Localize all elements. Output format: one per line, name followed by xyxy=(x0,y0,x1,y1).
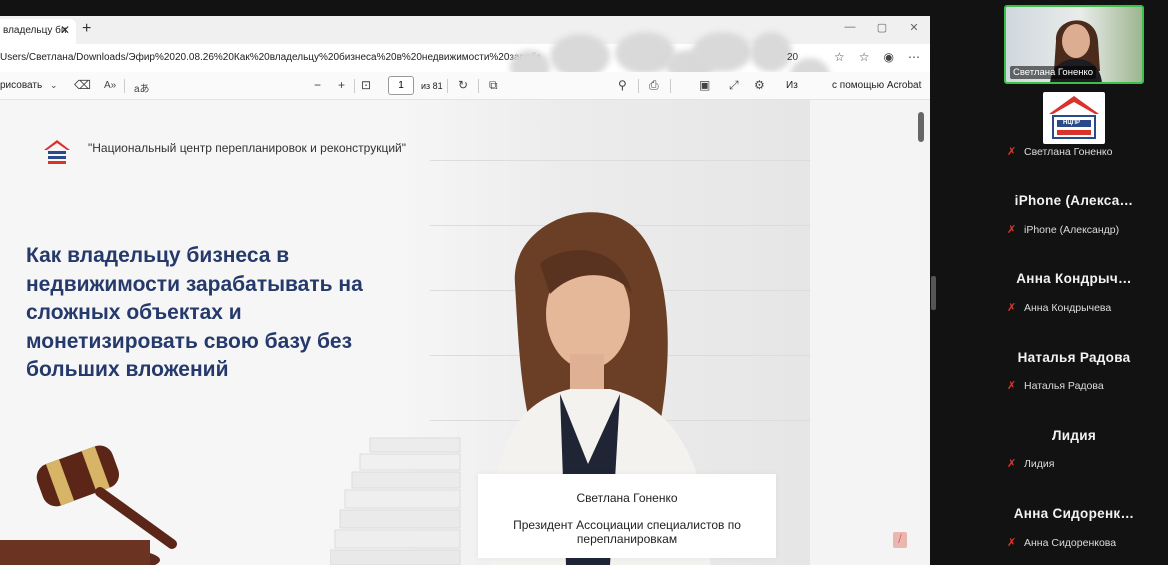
headline-line: недвижимости зарабатывать на xyxy=(26,272,363,296)
participant-tile-title[interactable]: Лидия xyxy=(994,428,1154,443)
panel-resize-handle[interactable] xyxy=(931,276,936,310)
headline-line: больших вложений xyxy=(26,358,229,381)
pdf-viewer-margin xyxy=(810,100,930,565)
org-logo-icon xyxy=(44,140,70,164)
pdf-toolbar: рисовать ⌄ ⌫ A» aあ − + ⊡ 1 из 81 ↻ ⧉ ⚲ ⎙… xyxy=(0,72,930,100)
address-bar: Users/Светлана/Downloads/Эфир%2020.08.26… xyxy=(0,32,930,94)
toolbar-divider xyxy=(478,79,479,93)
page-number-input[interactable]: 1 xyxy=(388,76,414,95)
pdf-slide: "Национальный центр перепланировок и рек… xyxy=(0,100,810,565)
fullscreen-icon[interactable]: ⤢ xyxy=(729,78,739,93)
maximize-icon[interactable]: ▢ xyxy=(876,21,888,34)
mic-off-icon: ✗ xyxy=(1007,302,1017,314)
zoom-out-icon[interactable]: − xyxy=(314,78,321,92)
participant-name: Светлана Гоненко xyxy=(1024,146,1113,158)
participant-sub-0: ✗ Светлана Гоненко xyxy=(1007,146,1112,158)
acrobat-icon[interactable]: ⧸ xyxy=(893,532,907,548)
participant-name: Анна Сидоренкова xyxy=(1024,537,1117,549)
org-tile-text: НЦПР xyxy=(1063,120,1081,126)
participant-name: iPhone (Александр) xyxy=(1024,224,1120,236)
zoom-in-icon[interactable]: + xyxy=(338,78,345,92)
window-controls: — ▢ ✕ xyxy=(844,21,920,34)
save-icon[interactable]: ▣ xyxy=(699,78,710,92)
gavel-image xyxy=(0,445,177,565)
profile-icon[interactable]: ◉ xyxy=(884,50,894,64)
participant-tile-title[interactable]: iPhone (Алекса… xyxy=(994,193,1154,208)
mic-off-icon: ✗ xyxy=(1007,146,1017,158)
address-bar-icons: ☆ ☆ ◉ ⋯ xyxy=(834,50,920,64)
rotate-icon[interactable]: ↻ xyxy=(458,78,468,92)
read-aloud-icon[interactable]: A» xyxy=(104,80,116,91)
browser-tab[interactable]: владельцу би ✕ xyxy=(0,19,76,44)
participant-sub-4: ✗ Лидия xyxy=(1007,458,1054,470)
participant-name: Наталья Радова xyxy=(1024,380,1104,392)
books-stack-image xyxy=(330,437,461,565)
speaker-name: Светлана Гоненко xyxy=(576,491,678,505)
search-icon[interactable]: ⚲ xyxy=(618,78,627,92)
page-total: из 81 xyxy=(421,81,443,91)
collections-icon[interactable]: ☆ xyxy=(859,50,870,64)
draw-button[interactable]: рисовать xyxy=(0,80,42,91)
toolbar-divider xyxy=(638,79,639,93)
speaker-role-line: Президент Ассоциации специалистов по xyxy=(513,518,741,532)
mic-off-icon: ✗ xyxy=(1007,380,1017,392)
speaker-role-line: перепланировкам xyxy=(576,532,678,546)
text-options-icon[interactable]: aあ xyxy=(134,80,150,95)
screen: владельцу би ✕ + — ▢ ✕ Users/Светлана/Do… xyxy=(0,0,1168,565)
favorite-icon[interactable]: ☆ xyxy=(834,50,845,64)
url-field[interactable]: Users/Светлана/Downloads/Эфир%2020.08.26… xyxy=(0,52,540,63)
chevron-down-icon[interactable]: ⌄ xyxy=(50,80,58,91)
minimize-icon[interactable]: — xyxy=(844,21,856,34)
speaker-role: Президент Ассоциации специалистов по пер… xyxy=(486,518,768,546)
mic-off-icon: ✗ xyxy=(1007,537,1017,549)
toolbar-divider xyxy=(124,79,125,93)
participant-sub-5: ✗ Анна Сидоренкова xyxy=(1007,537,1116,549)
tab-close-icon[interactable]: ✕ xyxy=(60,23,72,39)
participant-name: Лидия xyxy=(1024,458,1055,470)
tab-title: владельцу би xyxy=(3,25,67,36)
headline-line: сложных объектах и xyxy=(26,301,242,324)
open-with-label[interactable]: Из xyxy=(786,80,798,91)
more-menu-icon[interactable]: ⋯ xyxy=(908,50,920,64)
slide-headline: Как владельцу бизнеса в недвижимости зар… xyxy=(26,242,466,385)
headline-line: монетизировать свою базу без xyxy=(26,329,353,353)
close-window-icon[interactable]: ✕ xyxy=(908,21,920,34)
tab-bar: владельцу би ✕ + — ▢ ✕ xyxy=(0,16,930,44)
participant-avatar-tile[interactable]: НЦПР xyxy=(1043,92,1105,144)
open-with-acrobat-label[interactable]: с помощью Acrobat xyxy=(832,80,921,91)
headline-line: Как владельцу бизнеса в xyxy=(26,244,290,267)
participant-sub-1: ✗ iPhone (Александр) xyxy=(1007,224,1119,236)
participant-tile-title[interactable]: Анна Сидоренк… xyxy=(994,506,1154,521)
redacted-area xyxy=(692,32,752,72)
participant-tile-title[interactable]: Наталья Радова xyxy=(994,350,1154,365)
toolbar-divider xyxy=(354,79,355,93)
org-name: "Национальный центр перепланировок и рек… xyxy=(88,141,406,155)
toolbar-divider xyxy=(670,79,671,93)
redacted-area xyxy=(750,32,792,72)
page-view-icon[interactable]: ⧉ xyxy=(489,78,498,93)
browser-window: владельцу би ✕ + — ▢ ✕ Users/Светлана/Do… xyxy=(0,16,930,565)
mic-off-icon: ✗ xyxy=(1007,458,1017,470)
participant-sub-3: ✗ Наталья Радова xyxy=(1007,380,1104,392)
vertical-scrollbar[interactable] xyxy=(918,112,924,142)
speaker-card: Светлана Гоненко Президент Ассоциации сп… xyxy=(478,474,776,558)
print-icon[interactable]: ⎙ xyxy=(649,78,659,93)
participant-tile-title[interactable]: Анна Кондрыч… xyxy=(994,271,1154,286)
eraser-icon[interactable]: ⌫ xyxy=(74,78,91,92)
new-tab-button[interactable]: + xyxy=(82,20,96,38)
settings-icon[interactable]: ⚙ xyxy=(754,78,765,92)
video-name-label: Светлана Гоненко xyxy=(1010,66,1097,79)
mic-off-icon: ✗ xyxy=(1007,224,1017,236)
fit-page-icon[interactable]: ⊡ xyxy=(361,78,371,92)
participant-sub-2: ✗ Анна Кондрычева xyxy=(1007,302,1111,314)
toolbar-divider xyxy=(447,79,448,93)
ncpr-logo-icon xyxy=(1049,96,1099,139)
participant-name: Анна Кондрычева xyxy=(1024,302,1112,314)
active-speaker-video[interactable]: Светлана Гоненко xyxy=(1004,5,1144,84)
url-tail: 20 xyxy=(787,52,799,63)
